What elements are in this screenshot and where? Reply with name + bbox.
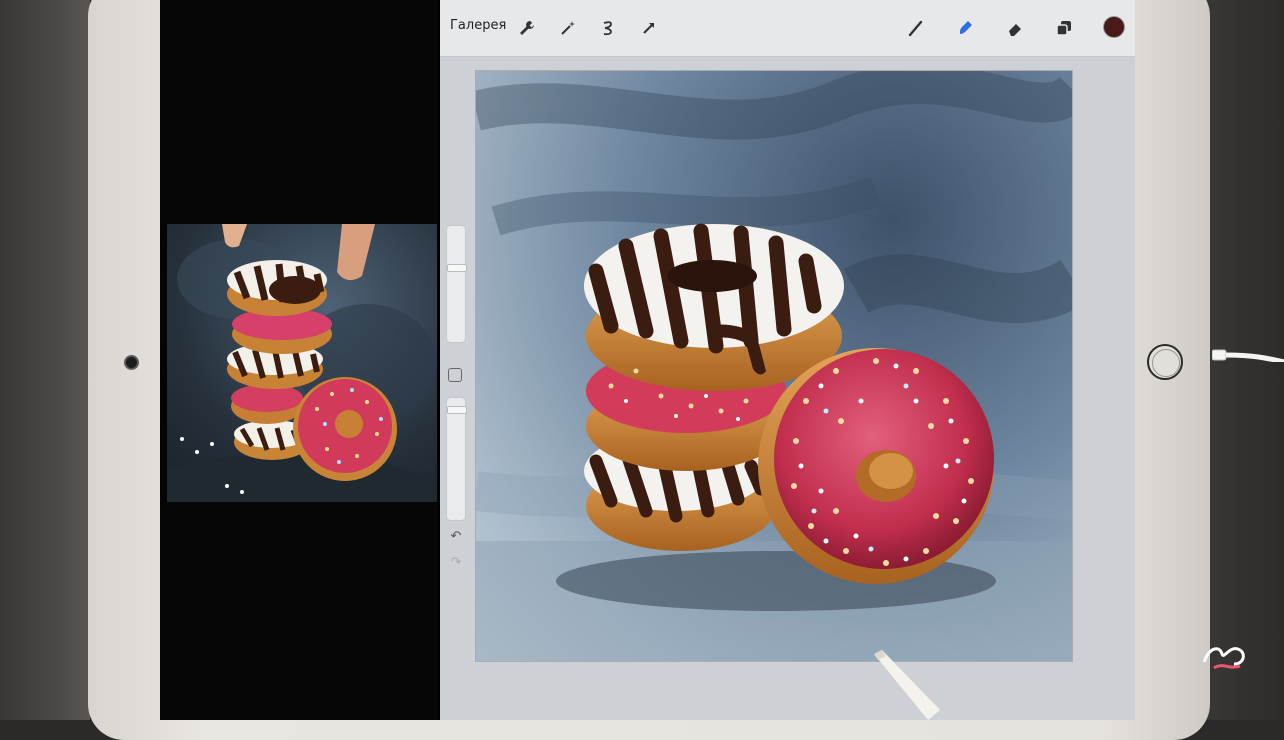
layers-icon[interactable] xyxy=(1053,17,1075,39)
undo-button[interactable]: ↶ xyxy=(446,529,466,544)
apple-pencil xyxy=(874,650,940,720)
eraser-icon[interactable] xyxy=(1004,17,1026,39)
front-camera xyxy=(124,355,139,370)
gallery-button[interactable]: Галерея xyxy=(450,18,506,33)
wrench-icon[interactable] xyxy=(516,17,538,39)
opacity-handle[interactable] xyxy=(447,406,467,414)
drawing-canvas[interactable] xyxy=(475,70,1073,662)
reference-photo xyxy=(167,224,437,502)
magic-wand-icon[interactable] xyxy=(557,17,579,39)
brush-size-slider[interactable] xyxy=(446,225,467,343)
procreate-app: Галерея ↶ ↷ xyxy=(440,0,1135,720)
brush-size-handle[interactable] xyxy=(447,264,467,272)
channel-logo xyxy=(1202,647,1245,670)
opacity-slider[interactable] xyxy=(446,397,467,521)
left-sidebar: ↶ ↷ xyxy=(443,225,469,580)
redo-button[interactable]: ↷ xyxy=(446,555,466,570)
desk-left xyxy=(0,0,90,720)
charging-cable xyxy=(1212,349,1284,362)
home-button[interactable] xyxy=(1147,344,1183,380)
reference-panel xyxy=(160,0,438,720)
transform-arrow-icon[interactable] xyxy=(638,17,660,39)
smudge-icon[interactable] xyxy=(954,17,976,39)
selection-icon[interactable] xyxy=(597,17,619,39)
modify-button[interactable] xyxy=(448,368,462,382)
top-toolbar: Галерея xyxy=(440,0,1135,57)
color-picker-button[interactable] xyxy=(1103,16,1125,38)
brush-icon[interactable] xyxy=(905,17,927,39)
ipad-screen: Галерея ↶ ↷ xyxy=(160,0,1135,720)
